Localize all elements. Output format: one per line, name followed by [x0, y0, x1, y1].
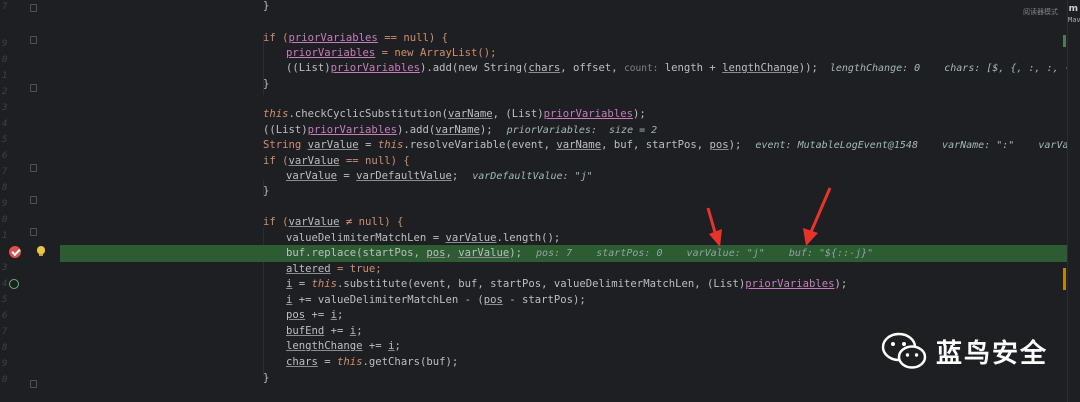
wechat-logo-icon — [881, 332, 927, 369]
red-arrow-1 — [706, 207, 722, 247]
red-arrow-2 — [803, 187, 832, 246]
watermark-text: 蓝鸟安全 — [936, 338, 1049, 369]
watermark: 蓝鸟安全 — [880, 331, 1048, 371]
